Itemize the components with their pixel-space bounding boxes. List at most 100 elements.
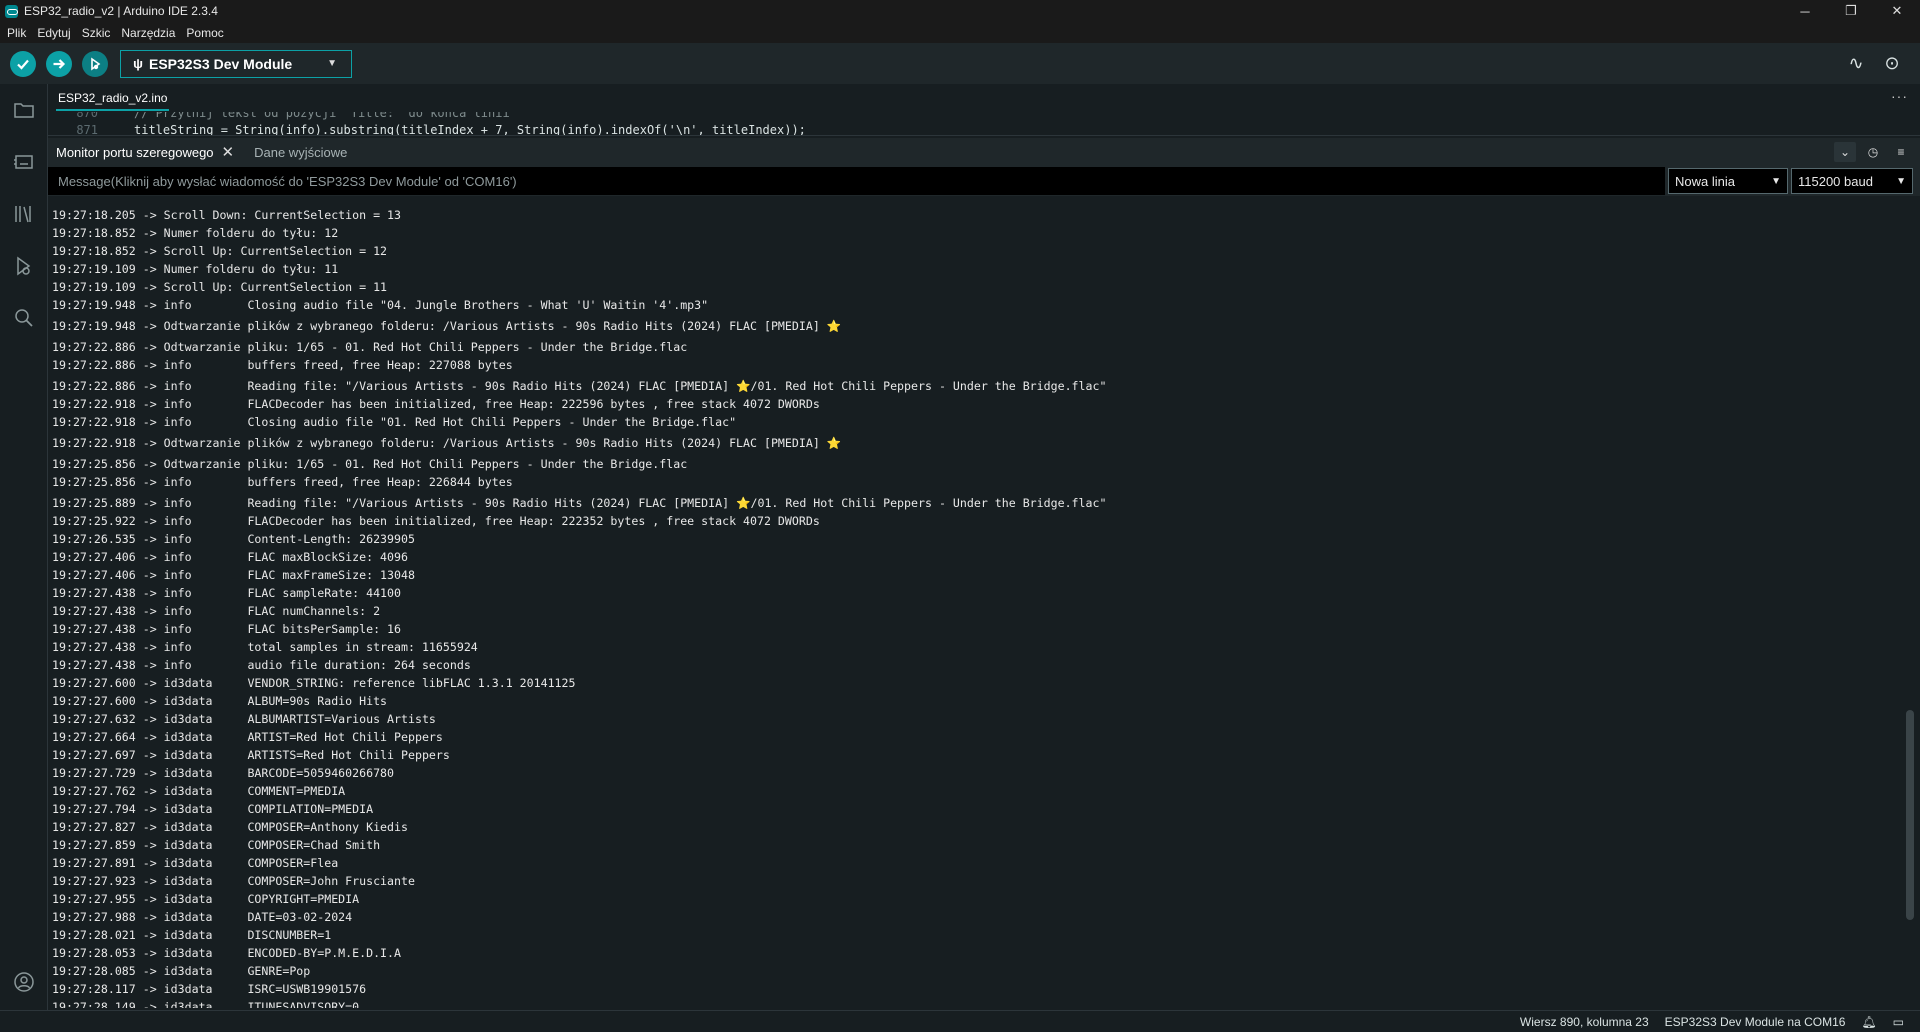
output-line: 19:27:18.852 -> Scroll Up: CurrentSelect… bbox=[52, 244, 388, 258]
output-line: 19:27:28.117 -> id3data ISRC=USWB1990157… bbox=[52, 982, 367, 996]
output-line: 19:27:27.600 -> id3data VENDOR_STRING: r… bbox=[52, 676, 576, 690]
minimize-button[interactable]: ─ bbox=[1782, 0, 1828, 22]
output-line: 19:27:28.021 -> id3data DISCNUMBER=1 bbox=[52, 928, 332, 942]
serial-plotter-button[interactable]: ∿ bbox=[1838, 53, 1874, 74]
verify-button[interactable] bbox=[10, 50, 36, 77]
close-button[interactable]: ✕ bbox=[1874, 0, 1920, 22]
code-editor[interactable]: 870// Przytnij tekst od pozycji "Title:"… bbox=[48, 112, 1920, 136]
more-options-icon[interactable]: ··· bbox=[1891, 88, 1908, 104]
serial-monitor-button[interactable]: ⊙ bbox=[1874, 53, 1910, 74]
board-selector[interactable]: ψ ESP32S3 Dev Module ▼ bbox=[120, 49, 352, 78]
chevron-down-icon: ▼ bbox=[1771, 175, 1781, 187]
toolbar: ψ ESP32S3 Dev Module ▼ ∿ ⊙ bbox=[0, 43, 1920, 84]
tab-serial-monitor[interactable]: Monitor portu szeregowego ✕ bbox=[56, 139, 234, 165]
output-line: 19:27:27.438 -> info audio file duration… bbox=[52, 658, 471, 672]
menu-edit[interactable]: Edytuj bbox=[37, 26, 70, 40]
chevron-down-icon: ▼ bbox=[327, 58, 337, 69]
tab-output[interactable]: Dane wyjściowe bbox=[254, 141, 347, 164]
output-line: 19:27:27.762 -> id3data COMMENT=PMEDIA bbox=[52, 784, 346, 798]
output-line: 19:27:19.948 -> Odtwarzanie plików z wyb… bbox=[52, 319, 842, 333]
output-line: 19:27:27.600 -> id3data ALBUM=90s Radio … bbox=[52, 694, 388, 708]
output-line: 19:27:19.109 -> Numer folderu do tyłu: 1… bbox=[52, 262, 339, 276]
menu-sketch[interactable]: Szkic bbox=[82, 26, 111, 40]
output-line: 19:27:25.889 -> info Reading file: "/Var… bbox=[52, 496, 1107, 510]
output-line: 19:27:27.438 -> info total samples in st… bbox=[52, 640, 478, 654]
output-line: 19:27:27.438 -> info FLAC sampleRate: 44… bbox=[52, 586, 402, 600]
output-line: 19:27:19.948 -> info Closing audio file … bbox=[52, 298, 709, 312]
usb-icon: ψ bbox=[133, 56, 143, 71]
title-bar: ESP32_radio_v2 | Arduino IDE 2.3.4 ─ ❐ ✕ bbox=[0, 0, 1920, 22]
output-line: 19:27:27.988 -> id3data DATE=03-02-2024 bbox=[52, 910, 353, 924]
timestamp-icon[interactable]: ◷ bbox=[1862, 142, 1884, 162]
search-icon[interactable] bbox=[10, 304, 38, 332]
serial-output[interactable]: 19:27:18.205 -> Scroll Down: CurrentSele… bbox=[48, 206, 1906, 1008]
output-line: 19:27:28.053 -> id3data ENCODED-BY=P.M.E… bbox=[52, 946, 402, 960]
menu-tools[interactable]: Narzędzia bbox=[121, 26, 175, 40]
output-line: 19:27:27.406 -> info FLAC maxFrameSize: … bbox=[52, 568, 415, 582]
panel-toggle-icon[interactable]: ▭ bbox=[1893, 1015, 1904, 1029]
code-line: 870// Przytnij tekst od pozycji "Title:"… bbox=[76, 112, 510, 120]
output-scrollbar[interactable] bbox=[1906, 710, 1914, 920]
menu-bar: Plik Edytuj Szkic Narzędzia Pomoc bbox=[0, 22, 1920, 43]
toolbar-right: ∿ ⊙ bbox=[1838, 43, 1910, 84]
output-line: 19:27:27.438 -> info FLAC bitsPerSample:… bbox=[52, 622, 402, 636]
output-line: 19:27:27.438 -> info FLAC numChannels: 2 bbox=[52, 604, 381, 618]
output-line: 19:27:27.794 -> id3data COMPILATION=PMED… bbox=[52, 802, 374, 816]
code-line: 871 titleString = String(info).substring(… bbox=[76, 123, 806, 136]
board-port-status: ESP32S3 Dev Module na COM16 bbox=[1664, 1014, 1846, 1029]
close-icon[interactable]: ✕ bbox=[222, 143, 235, 161]
output-line: 19:27:27.697 -> id3data ARTISTS=Red Hot … bbox=[52, 748, 450, 762]
output-line: 19:27:22.918 -> info Closing audio file … bbox=[52, 415, 737, 429]
output-line: 19:27:28.149 -> id3data ITUNESADVISORY=0 bbox=[52, 1000, 360, 1008]
debug-panel-icon[interactable] bbox=[10, 252, 38, 280]
menu-file[interactable]: Plik bbox=[7, 26, 26, 40]
account-icon[interactable] bbox=[10, 968, 38, 996]
board-name: ESP32S3 Dev Module bbox=[149, 55, 293, 72]
arduino-logo-icon bbox=[5, 4, 18, 18]
activity-sidebar bbox=[0, 84, 48, 1010]
line-ending-select[interactable]: Nowa linia ▼ bbox=[1668, 168, 1788, 194]
library-manager-icon[interactable] bbox=[10, 200, 38, 228]
output-line: 19:27:28.085 -> id3data GENRE=Pop bbox=[52, 964, 311, 978]
baud-rate-select[interactable]: 115200 baud ▼ bbox=[1791, 168, 1913, 194]
cursor-position: Wiersz 890, kolumna 23 bbox=[1519, 1014, 1649, 1029]
status-bar: Wiersz 890, kolumna 23 ESP32S3 Dev Modul… bbox=[0, 1010, 1920, 1032]
baud-rate-value: 115200 baud bbox=[1798, 173, 1873, 189]
message-input[interactable] bbox=[48, 167, 1665, 195]
output-line: 19:27:27.859 -> id3data COMPOSER=Chad Sm… bbox=[52, 838, 381, 852]
output-line: 19:27:27.406 -> info FLAC maxBlockSize: … bbox=[52, 550, 408, 564]
output-line: 19:27:27.632 -> id3data ALBUMARTIST=Vari… bbox=[52, 712, 436, 726]
output-line: 19:27:18.852 -> Numer folderu do tyłu: 1… bbox=[52, 226, 339, 240]
window-title: ESP32_radio_v2 | Arduino IDE 2.3.4 bbox=[24, 4, 218, 18]
upload-button[interactable] bbox=[46, 50, 72, 77]
maximize-button[interactable]: ❐ bbox=[1828, 0, 1874, 22]
output-line: 19:27:22.886 -> Odtwarzanie pliku: 1/65 … bbox=[52, 340, 688, 354]
output-line: 19:27:25.856 -> Odtwarzanie pliku: 1/65 … bbox=[52, 457, 688, 471]
sketchbook-folder-icon[interactable] bbox=[10, 96, 38, 124]
output-line: 19:27:27.729 -> id3data BARCODE=50594602… bbox=[52, 766, 395, 780]
boards-manager-icon[interactable] bbox=[10, 148, 38, 176]
clear-output-icon[interactable]: ≡ bbox=[1890, 142, 1912, 162]
line-ending-value: Nowa linia bbox=[1675, 173, 1735, 189]
bottom-panel-tabs: Monitor portu szeregowego ✕ Dane wyjścio… bbox=[48, 138, 1920, 166]
output-line: 19:27:19.109 -> Scroll Up: CurrentSelect… bbox=[52, 280, 388, 294]
output-line: 19:27:27.955 -> id3data COPYRIGHT=PMEDIA bbox=[52, 892, 360, 906]
menu-help[interactable]: Pomoc bbox=[186, 26, 223, 40]
editor-tab-bar: ESP32_radio_v2.ino ··· bbox=[48, 84, 1920, 112]
message-row: Nowa linia ▼ 115200 baud ▼ bbox=[48, 166, 1920, 196]
output-line: 19:27:27.827 -> id3data COMPOSER=Anthony… bbox=[52, 820, 408, 834]
output-line: 19:27:27.923 -> id3data COMPOSER=John Fr… bbox=[52, 874, 415, 888]
output-line: 19:27:25.922 -> info FLACDecoder has bee… bbox=[52, 514, 820, 528]
autoscroll-icon[interactable]: ⌄ bbox=[1834, 142, 1856, 162]
debug-button[interactable] bbox=[82, 50, 108, 77]
output-line: 19:27:25.856 -> info buffers freed, free… bbox=[52, 475, 513, 489]
output-line: 19:27:27.891 -> id3data COMPOSER=Flea bbox=[52, 856, 339, 870]
notification-bell-icon[interactable]: 🔔︎ bbox=[1861, 1015, 1876, 1029]
output-line: 19:27:22.886 -> info Reading file: "/Var… bbox=[52, 379, 1107, 393]
chevron-down-icon: ▼ bbox=[1896, 175, 1906, 187]
output-line: 19:27:22.886 -> info buffers freed, free… bbox=[52, 358, 513, 372]
output-line: 19:27:26.535 -> info Content-Length: 262… bbox=[52, 532, 415, 546]
output-line: 19:27:18.205 -> Scroll Down: CurrentSele… bbox=[52, 208, 402, 222]
tab-sketch-file[interactable]: ESP32_radio_v2.ino bbox=[56, 86, 170, 111]
check-icon bbox=[17, 59, 29, 70]
